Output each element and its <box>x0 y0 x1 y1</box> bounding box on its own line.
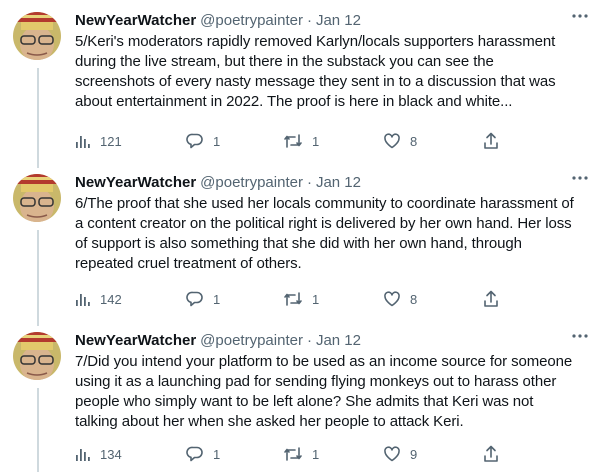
heart-icon <box>383 290 401 308</box>
tweet-header: NewYearWatcher @poetrypainter · Jan 12 <box>75 329 575 351</box>
views-count: 142 <box>100 291 122 307</box>
retweet-button[interactable]: 1 <box>283 132 319 150</box>
thread-line <box>37 230 39 320</box>
user-handle[interactable]: @poetrypainter <box>200 12 303 29</box>
analytics-icon <box>75 133 91 149</box>
like-count: 8 <box>410 133 418 149</box>
display-name[interactable]: NewYearWatcher <box>75 174 196 191</box>
reply-icon <box>186 445 204 463</box>
thread-line <box>37 68 39 162</box>
views-button[interactable]: 121 <box>75 133 122 149</box>
share-button[interactable] <box>483 132 499 150</box>
tweet[interactable]: NewYearWatcher @poetrypainter · Jan 12 5… <box>0 0 594 162</box>
tweet-text: 5/Keri's moderators rapidly removed Karl… <box>75 33 556 110</box>
share-icon <box>483 290 499 308</box>
like-count: 8 <box>410 291 418 307</box>
tweet-actions: 142 1 1 8 <box>75 289 515 309</box>
like-button[interactable]: 9 <box>383 445 417 463</box>
more-icon[interactable] <box>566 329 594 343</box>
tweet-body: NewYearWatcher @poetrypainter · Jan 12 6… <box>75 171 575 274</box>
reply-button[interactable]: 1 <box>186 290 220 308</box>
tweet-body: NewYearWatcher @poetrypainter · Jan 12 7… <box>75 329 575 432</box>
reply-button[interactable]: 1 <box>186 132 220 150</box>
reply-icon <box>186 290 204 308</box>
analytics-icon <box>75 291 91 307</box>
reply-button[interactable]: 1 <box>186 445 220 463</box>
like-count: 9 <box>410 446 418 462</box>
heart-icon <box>383 445 401 463</box>
retweet-button[interactable]: 1 <box>283 445 319 463</box>
more-icon[interactable] <box>566 171 594 185</box>
views-count: 121 <box>100 133 122 149</box>
retweet-count: 1 <box>312 291 320 307</box>
display-name[interactable]: NewYearWatcher <box>75 12 196 29</box>
tweet-actions: 121 1 1 8 <box>75 131 515 151</box>
separator-dot: · <box>306 173 312 191</box>
more-icon[interactable] <box>566 9 594 23</box>
retweet-button[interactable]: 1 <box>283 290 319 308</box>
tweet-thread: NewYearWatcher @poetrypainter · Jan 12 5… <box>0 0 594 472</box>
thread-line <box>37 320 39 326</box>
reply-icon <box>186 132 204 150</box>
separator-dot: · <box>306 11 312 29</box>
views-button[interactable]: 142 <box>75 291 122 307</box>
tweet[interactable]: NewYearWatcher @poetrypainter · Jan 12 6… <box>0 162 594 320</box>
avatar[interactable] <box>13 174 61 222</box>
user-handle[interactable]: @poetrypainter <box>200 174 303 191</box>
retweet-icon <box>283 290 303 308</box>
like-button[interactable]: 8 <box>383 132 417 150</box>
reply-count: 1 <box>213 446 221 462</box>
thread-line <box>37 388 39 472</box>
tweet-header: NewYearWatcher @poetrypainter · Jan 12 <box>75 171 575 193</box>
tweet-text: 7/Did you intend your platform to be use… <box>75 353 573 430</box>
separator-dot: · <box>306 331 312 349</box>
retweet-count: 1 <box>312 446 320 462</box>
tweet[interactable]: NewYearWatcher @poetrypainter · Jan 12 7… <box>0 320 594 472</box>
share-button[interactable] <box>483 290 499 308</box>
retweet-icon <box>283 132 303 150</box>
heart-icon <box>383 132 401 150</box>
avatar[interactable] <box>13 12 61 60</box>
like-button[interactable]: 8 <box>383 290 417 308</box>
retweet-count: 1 <box>312 133 320 149</box>
share-icon <box>483 445 499 463</box>
analytics-icon <box>75 446 91 462</box>
share-icon <box>483 132 499 150</box>
reply-count: 1 <box>213 291 221 307</box>
display-name[interactable]: NewYearWatcher <box>75 332 196 349</box>
tweet-text: 6/The proof that she used her locals com… <box>75 195 574 272</box>
tweet-date[interactable]: Jan 12 <box>316 174 361 191</box>
tweet-header: NewYearWatcher @poetrypainter · Jan 12 <box>75 9 575 31</box>
tweet-date[interactable]: Jan 12 <box>316 12 361 29</box>
retweet-icon <box>283 445 303 463</box>
views-count: 134 <box>100 446 122 462</box>
views-button[interactable]: 134 <box>75 446 122 462</box>
user-handle[interactable]: @poetrypainter <box>200 332 303 349</box>
thread-line <box>37 162 39 168</box>
avatar[interactable] <box>13 332 61 380</box>
tweet-date[interactable]: Jan 12 <box>316 332 361 349</box>
tweet-actions: 134 1 1 9 <box>75 444 515 464</box>
share-button[interactable] <box>483 445 499 463</box>
reply-count: 1 <box>213 133 221 149</box>
tweet-body: NewYearWatcher @poetrypainter · Jan 12 5… <box>75 9 575 112</box>
